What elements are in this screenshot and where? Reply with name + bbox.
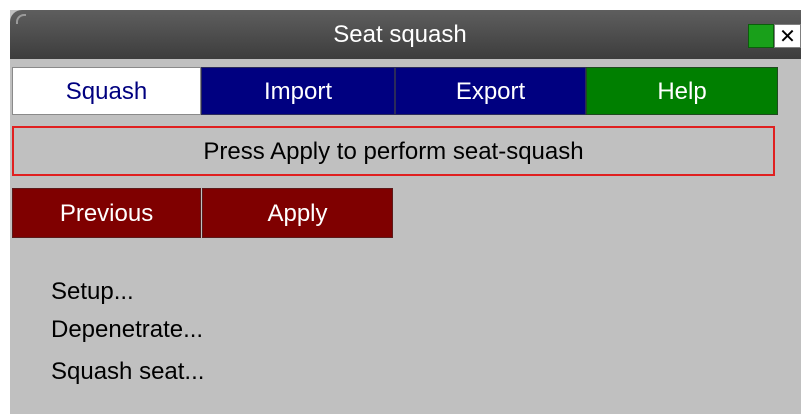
previous-button[interactable]: Previous [12, 188, 201, 238]
window-title: Seat squash [333, 21, 467, 48]
green-square-icon[interactable] [748, 24, 774, 48]
title-bar[interactable]: Seat squash ✕ [10, 10, 801, 59]
menu-item-squash-seat[interactable]: Squash seat... [51, 358, 204, 386]
close-icon[interactable]: ✕ [774, 24, 801, 48]
tab-help[interactable]: Help [586, 67, 778, 115]
tab-import[interactable]: Import [201, 67, 395, 115]
tab-squash[interactable]: Squash [12, 67, 201, 115]
status-message: Press Apply to perform seat-squash [12, 126, 775, 176]
tab-export[interactable]: Export [395, 67, 586, 115]
menu-item-depenetrate[interactable]: Depenetrate... [51, 316, 203, 344]
menu-item-setup[interactable]: Setup... [51, 278, 134, 306]
apply-button[interactable]: Apply [202, 188, 393, 238]
